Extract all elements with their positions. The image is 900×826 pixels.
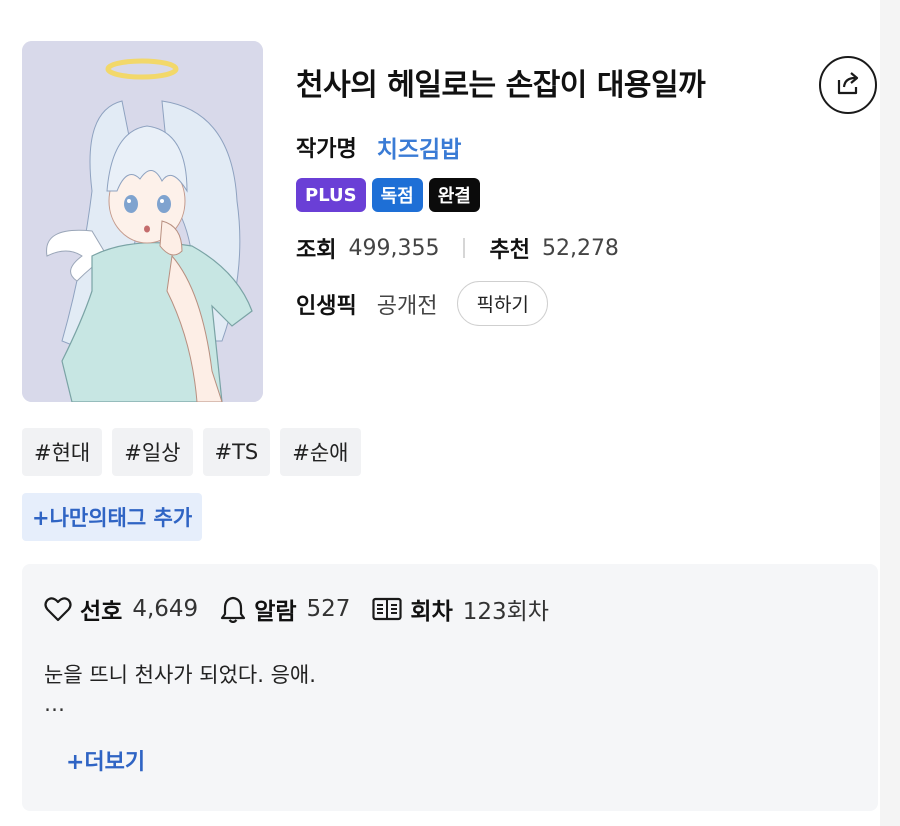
- card-stats: 선호 4,649 알람 527 회차 123회차: [44, 592, 571, 626]
- episodes-icon: [372, 597, 403, 621]
- recommend-count: 52,278: [541, 235, 619, 261]
- pick-row: 인생픽 공개전 픽하기: [296, 281, 548, 326]
- like-count: 4,649: [132, 596, 199, 622]
- pick-button[interactable]: 픽하기: [457, 281, 548, 326]
- author-label: 작가명: [296, 137, 357, 162]
- recommend-label: 추천: [489, 238, 530, 263]
- views-label: 조회: [296, 238, 337, 263]
- add-my-tag-button[interactable]: +나만의태그 추가: [22, 493, 203, 541]
- tag-item[interactable]: #TS: [202, 428, 271, 476]
- synopsis-ellipsis: …: [44, 692, 65, 716]
- pick-status: 공개전: [376, 293, 438, 319]
- share-button[interactable]: [819, 56, 877, 114]
- work-title: 천사의 헤일로는 손잡이 대용일까: [296, 68, 706, 103]
- pick-label: 인생픽: [296, 293, 357, 319]
- show-more-button[interactable]: +더보기: [66, 744, 145, 776]
- stats-row: 조회 499,355 추천 52,278: [296, 232, 619, 264]
- bell-icon: [220, 595, 246, 623]
- tag-item[interactable]: #일상: [112, 428, 193, 476]
- synopsis-text: 눈을 뜨니 천사가 되었다. 응애.: [44, 663, 316, 687]
- tag-list: #현대 #일상 #TS #순애: [22, 428, 361, 476]
- tag-item[interactable]: #현대: [22, 428, 103, 476]
- alarm-label: 알람: [254, 599, 297, 625]
- cover-image[interactable]: [22, 41, 263, 402]
- badge-list: PLUS 독점 완결: [296, 178, 480, 212]
- episodes-button[interactable]: 회차 123회차: [372, 592, 549, 626]
- tag-item[interactable]: #순애: [280, 428, 361, 476]
- episodes-count: 123회차: [462, 599, 549, 625]
- views-count: 499,355: [348, 235, 440, 261]
- divider: [463, 238, 466, 258]
- like-label: 선호: [80, 599, 123, 625]
- scrollbar-track[interactable]: [880, 0, 900, 826]
- share-icon: [833, 68, 863, 102]
- alarm-count: 527: [306, 596, 351, 622]
- heart-icon: [44, 596, 72, 622]
- exclusive-badge: 독점: [371, 178, 423, 212]
- like-button[interactable]: 선호 4,649: [44, 592, 198, 626]
- author-row: 작가명 치즈김밥: [296, 130, 461, 164]
- author-name-link[interactable]: 치즈김밥: [377, 130, 462, 164]
- plus-badge: PLUS: [296, 178, 366, 212]
- alarm-button[interactable]: 알람 527: [220, 592, 350, 626]
- info-card: 선호 4,649 알람 527 회차 123회차 눈을 뜨니 천사가 되었다. …: [22, 564, 878, 811]
- episodes-label: 회차: [410, 599, 453, 625]
- completed-badge: 완결: [428, 178, 480, 212]
